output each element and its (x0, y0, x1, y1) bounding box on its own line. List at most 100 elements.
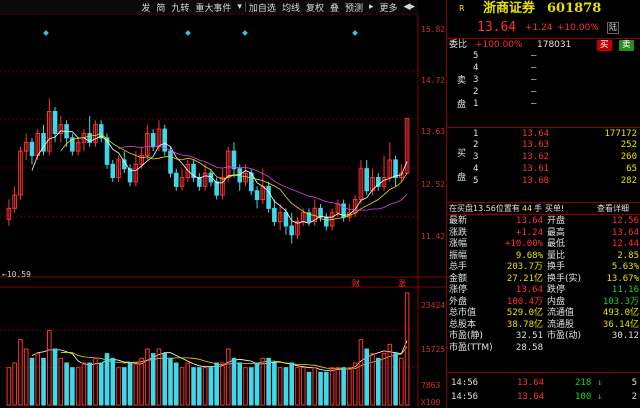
stat-value: +1.24 (515, 227, 543, 238)
candle-body (214, 181, 219, 196)
volume-bar (277, 367, 283, 406)
stat-value: +10.00% (505, 239, 543, 249)
volume-bar (98, 362, 104, 406)
volume-bar (393, 353, 398, 406)
chart-grid (0, 15, 446, 407)
volume-axis-label-2: 7863 (421, 381, 440, 390)
chart-toolbar: 发 简 九转 重大事件 ▾ 加自选 均线 复权 叠 预测 ▸ 更多 ◀▸ (0, 0, 418, 15)
stat-label: 市盈(静) (449, 331, 484, 341)
toolbar-item-adjust[interactable]: 复权 (303, 1, 327, 14)
volume-bar (248, 367, 254, 406)
tick-price: 13.64 (517, 378, 545, 388)
candle-body (272, 207, 277, 223)
volume-bar (335, 367, 341, 406)
toggle-panel-icon[interactable]: ◀▸ (401, 2, 418, 12)
candle-body (254, 190, 260, 201)
limit-up-marker: 涨 (398, 278, 406, 288)
candles-layer (6, 98, 410, 244)
toolbar-item-jian[interactable]: 简 (153, 1, 168, 14)
volume-bar (191, 367, 196, 406)
buy-order-row[interactable]: 2 13.63 252 (447, 139, 640, 151)
buy-price: 13.63 (522, 140, 550, 150)
volume-bar (35, 353, 41, 406)
toolbar-item-overlay[interactable]: 叠 (327, 1, 342, 14)
buy-order-row[interactable]: 3 13.62 260 (447, 151, 640, 163)
toolbar-item-moving-average[interactable]: 均线 (279, 1, 303, 14)
down-arrow-icon: ↓ (597, 378, 603, 388)
current-price: 13.64 (477, 20, 517, 35)
candle-body (110, 163, 116, 179)
stat-label: 总手 (449, 262, 468, 272)
play-icon[interactable]: ▸ (366, 2, 377, 12)
sell-order-row[interactable]: 2— (447, 86, 640, 98)
toolbar-item-fa[interactable]: 发 (138, 1, 153, 14)
stat-label: 内盘 (547, 296, 566, 307)
stat-label: 振幅 (449, 250, 468, 261)
candle-body (173, 172, 179, 187)
sell-price: — (531, 75, 537, 85)
volume-bar (104, 353, 110, 406)
volume-axis-label-0: 23424 (421, 301, 445, 310)
volume-bar (243, 367, 248, 406)
sell-order-row[interactable]: 1— (447, 98, 640, 110)
volume-bar (52, 348, 58, 406)
down-arrow-icon: ↓ (597, 392, 603, 402)
stat-label: 金额 (449, 273, 468, 284)
stat-value: 2.85 (617, 250, 639, 261)
buy-price: 13.60 (522, 176, 550, 186)
volume-bar (214, 362, 219, 406)
candle-body (150, 132, 156, 148)
buy-order-row[interactable]: 4 13.61 65 (447, 163, 640, 175)
volume-bar (116, 367, 121, 406)
volume-bar (387, 343, 393, 406)
stat-value: 13.64 (611, 227, 639, 238)
toolbar-item-jiuzhuan[interactable]: 九转 (168, 1, 192, 14)
stock-code: 601878 (547, 1, 602, 16)
volume-bar (41, 357, 46, 406)
price-axis-label-2: 13.63 (421, 127, 445, 136)
tick-list: 14:56 13.64 218 ↓ 5 14:56 13.64 100 ↓ 2 (447, 372, 640, 408)
toolbar-item-forecast[interactable]: 预测 (342, 1, 366, 14)
sell-order-row[interactable]: 3— (447, 74, 640, 86)
candle-body (266, 185, 271, 209)
volume-bar (75, 367, 81, 406)
volume-bar (12, 362, 17, 406)
stat-row: 市盈(TTM) 28.58 (447, 343, 640, 355)
toolbar-item-add-watchlist[interactable]: 加自选 (246, 1, 279, 14)
volume-bar (87, 362, 92, 406)
price-axis-label-1: 14.72 (421, 76, 445, 85)
stat-value: 493.0亿 (602, 308, 639, 318)
volume-bar (81, 362, 87, 406)
volume-bar (197, 367, 202, 406)
candle-body (318, 207, 323, 218)
candle-body (393, 159, 398, 179)
stat-label: 涨跌 (449, 227, 468, 238)
toolbar-item-major-events[interactable]: 重大事件 (192, 1, 234, 14)
finance-marker: 财 (352, 278, 360, 288)
sell-price: — (531, 51, 537, 61)
stat-row: 外盘 100.4万 内盘 103.3万 (447, 297, 640, 309)
volume-bar (347, 367, 352, 406)
candle-body (283, 212, 289, 227)
tick-time: 14:56 (451, 378, 479, 388)
sell-level: 3 (473, 75, 479, 85)
stat-value: 12.56 (611, 216, 639, 226)
chevron-down-icon[interactable]: ▾ (234, 2, 245, 12)
kline-chart[interactable]: 15.82 14.72 13.63 12.52 11.42 ←10.59 234… (0, 15, 446, 407)
volume-bar (329, 367, 335, 406)
buy-order-row[interactable]: 5 13.60 282 (447, 175, 640, 187)
buy-level: 3 (473, 152, 479, 162)
stat-row: 涨幅 +10.00% 最低 12.44 (447, 239, 640, 251)
volume-bar (289, 362, 294, 406)
sell-order-row[interactable]: 4— (447, 62, 640, 74)
sell-level: 2 (473, 87, 479, 97)
stat-label: 外盘 (449, 296, 468, 307)
sell-order-row[interactable]: 5— (447, 50, 640, 62)
kline-svg: 15.82 14.72 13.63 12.52 11.42 ←10.59 234… (0, 15, 446, 407)
tick-volume: 100 (575, 392, 592, 402)
volume-bar (185, 362, 191, 406)
buy-level: 5 (473, 176, 479, 186)
price-axis-label-0: 15.82 (421, 25, 445, 34)
toolbar-item-more[interactable]: 更多 (377, 1, 401, 14)
stat-value: 13.64 (515, 285, 543, 295)
